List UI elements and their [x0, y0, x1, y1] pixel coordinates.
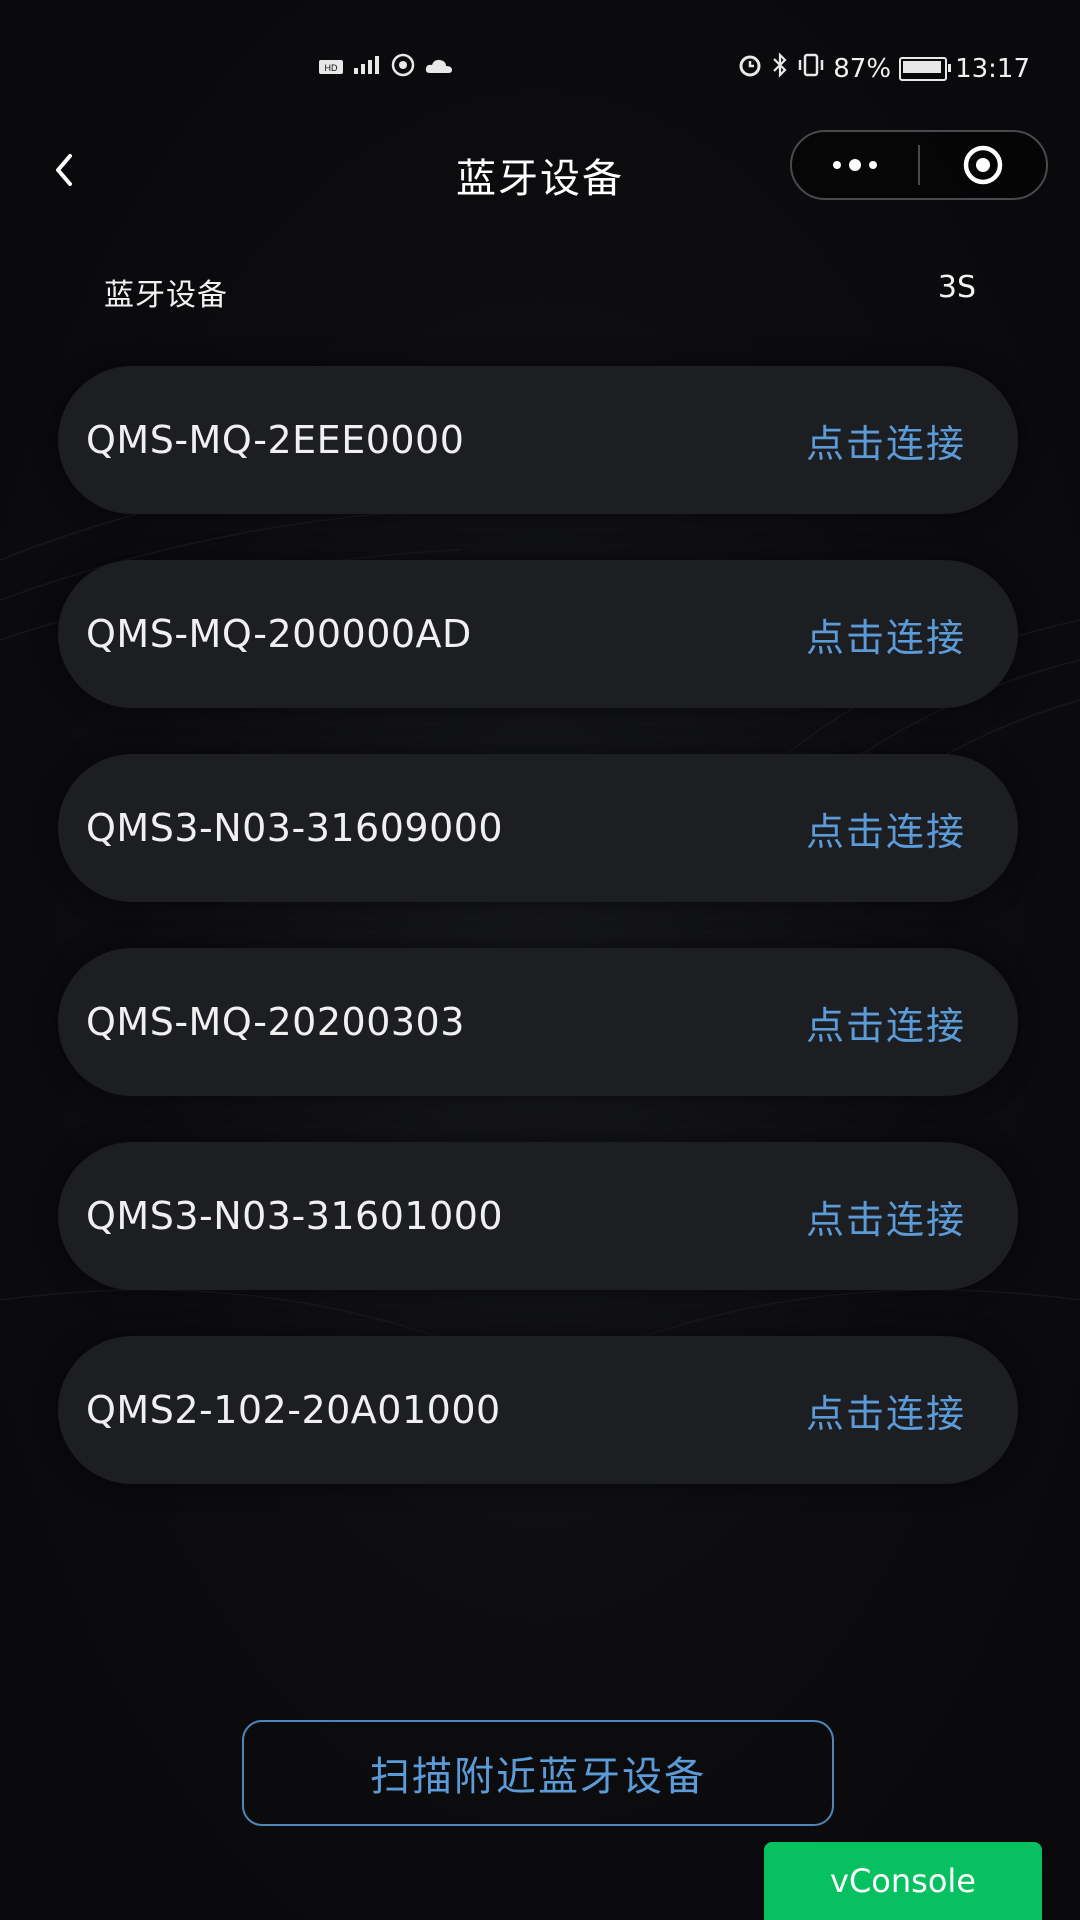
- scan-countdown: 3S: [937, 270, 976, 305]
- signal-icon: [352, 54, 382, 82]
- more-button[interactable]: [792, 132, 918, 198]
- device-name: QMS-MQ-200000AD: [86, 612, 472, 656]
- bluetooth-icon: [771, 52, 789, 85]
- battery-percent: 87%: [833, 53, 892, 84]
- alarm-icon: [737, 52, 763, 85]
- target-circle-icon: [963, 145, 1003, 185]
- battery-icon: [899, 56, 952, 81]
- scan-nearby-button[interactable]: 扫描附近蓝牙设备: [242, 1720, 834, 1826]
- vconsole-button[interactable]: vConsole: [764, 1842, 1042, 1920]
- connect-button[interactable]: 点击连接: [806, 1383, 966, 1438]
- connect-button[interactable]: 点击连接: [806, 1189, 966, 1244]
- device-name: QMS3-N03-31601000: [86, 1194, 504, 1238]
- vibrate-icon: [797, 52, 825, 85]
- status-left-icons: HD: [318, 52, 454, 84]
- connect-button[interactable]: 点击连接: [806, 995, 966, 1050]
- device-item[interactable]: QMS2-102-20A01000 点击连接: [58, 1336, 1018, 1484]
- device-name: QMS3-N03-31609000: [86, 806, 504, 850]
- connect-button[interactable]: 点击连接: [806, 413, 966, 468]
- miniprogram-capsule: [790, 130, 1048, 200]
- status-bar: HD 87% 13:17: [0, 52, 1080, 92]
- device-item[interactable]: QMS-MQ-20200303 点击连接: [58, 948, 1018, 1096]
- device-name: QMS2-102-20A01000: [86, 1388, 501, 1432]
- more-dots-icon: [833, 159, 877, 171]
- device-item[interactable]: QMS-MQ-200000AD 点击连接: [58, 560, 1018, 708]
- hotspot-icon: [390, 52, 416, 84]
- cloud-icon: [424, 54, 454, 82]
- device-item[interactable]: QMS3-N03-31609000 点击连接: [58, 754, 1018, 902]
- screen: HD 87% 13:17 蓝牙设备 蓝牙设备 3S QMS-MQ-2EEE000…: [0, 0, 1080, 1920]
- device-item[interactable]: QMS-MQ-2EEE0000 点击连接: [58, 366, 1018, 514]
- status-right-icons: 87% 13:17: [737, 52, 1030, 85]
- section-label: 蓝牙设备: [104, 278, 228, 313]
- connect-button[interactable]: 点击连接: [806, 607, 966, 662]
- connect-button[interactable]: 点击连接: [806, 801, 966, 856]
- device-list: QMS-MQ-2EEE0000 点击连接 QMS-MQ-200000AD 点击连…: [58, 366, 1018, 1530]
- close-button[interactable]: [920, 132, 1046, 198]
- status-time: 13:17: [955, 53, 1030, 84]
- device-name: QMS-MQ-2EEE0000: [86, 418, 465, 462]
- device-item[interactable]: QMS3-N03-31601000 点击连接: [58, 1142, 1018, 1290]
- svg-text:HD: HD: [325, 63, 338, 73]
- hd-icon: HD: [318, 54, 344, 82]
- device-name: QMS-MQ-20200303: [86, 1000, 465, 1044]
